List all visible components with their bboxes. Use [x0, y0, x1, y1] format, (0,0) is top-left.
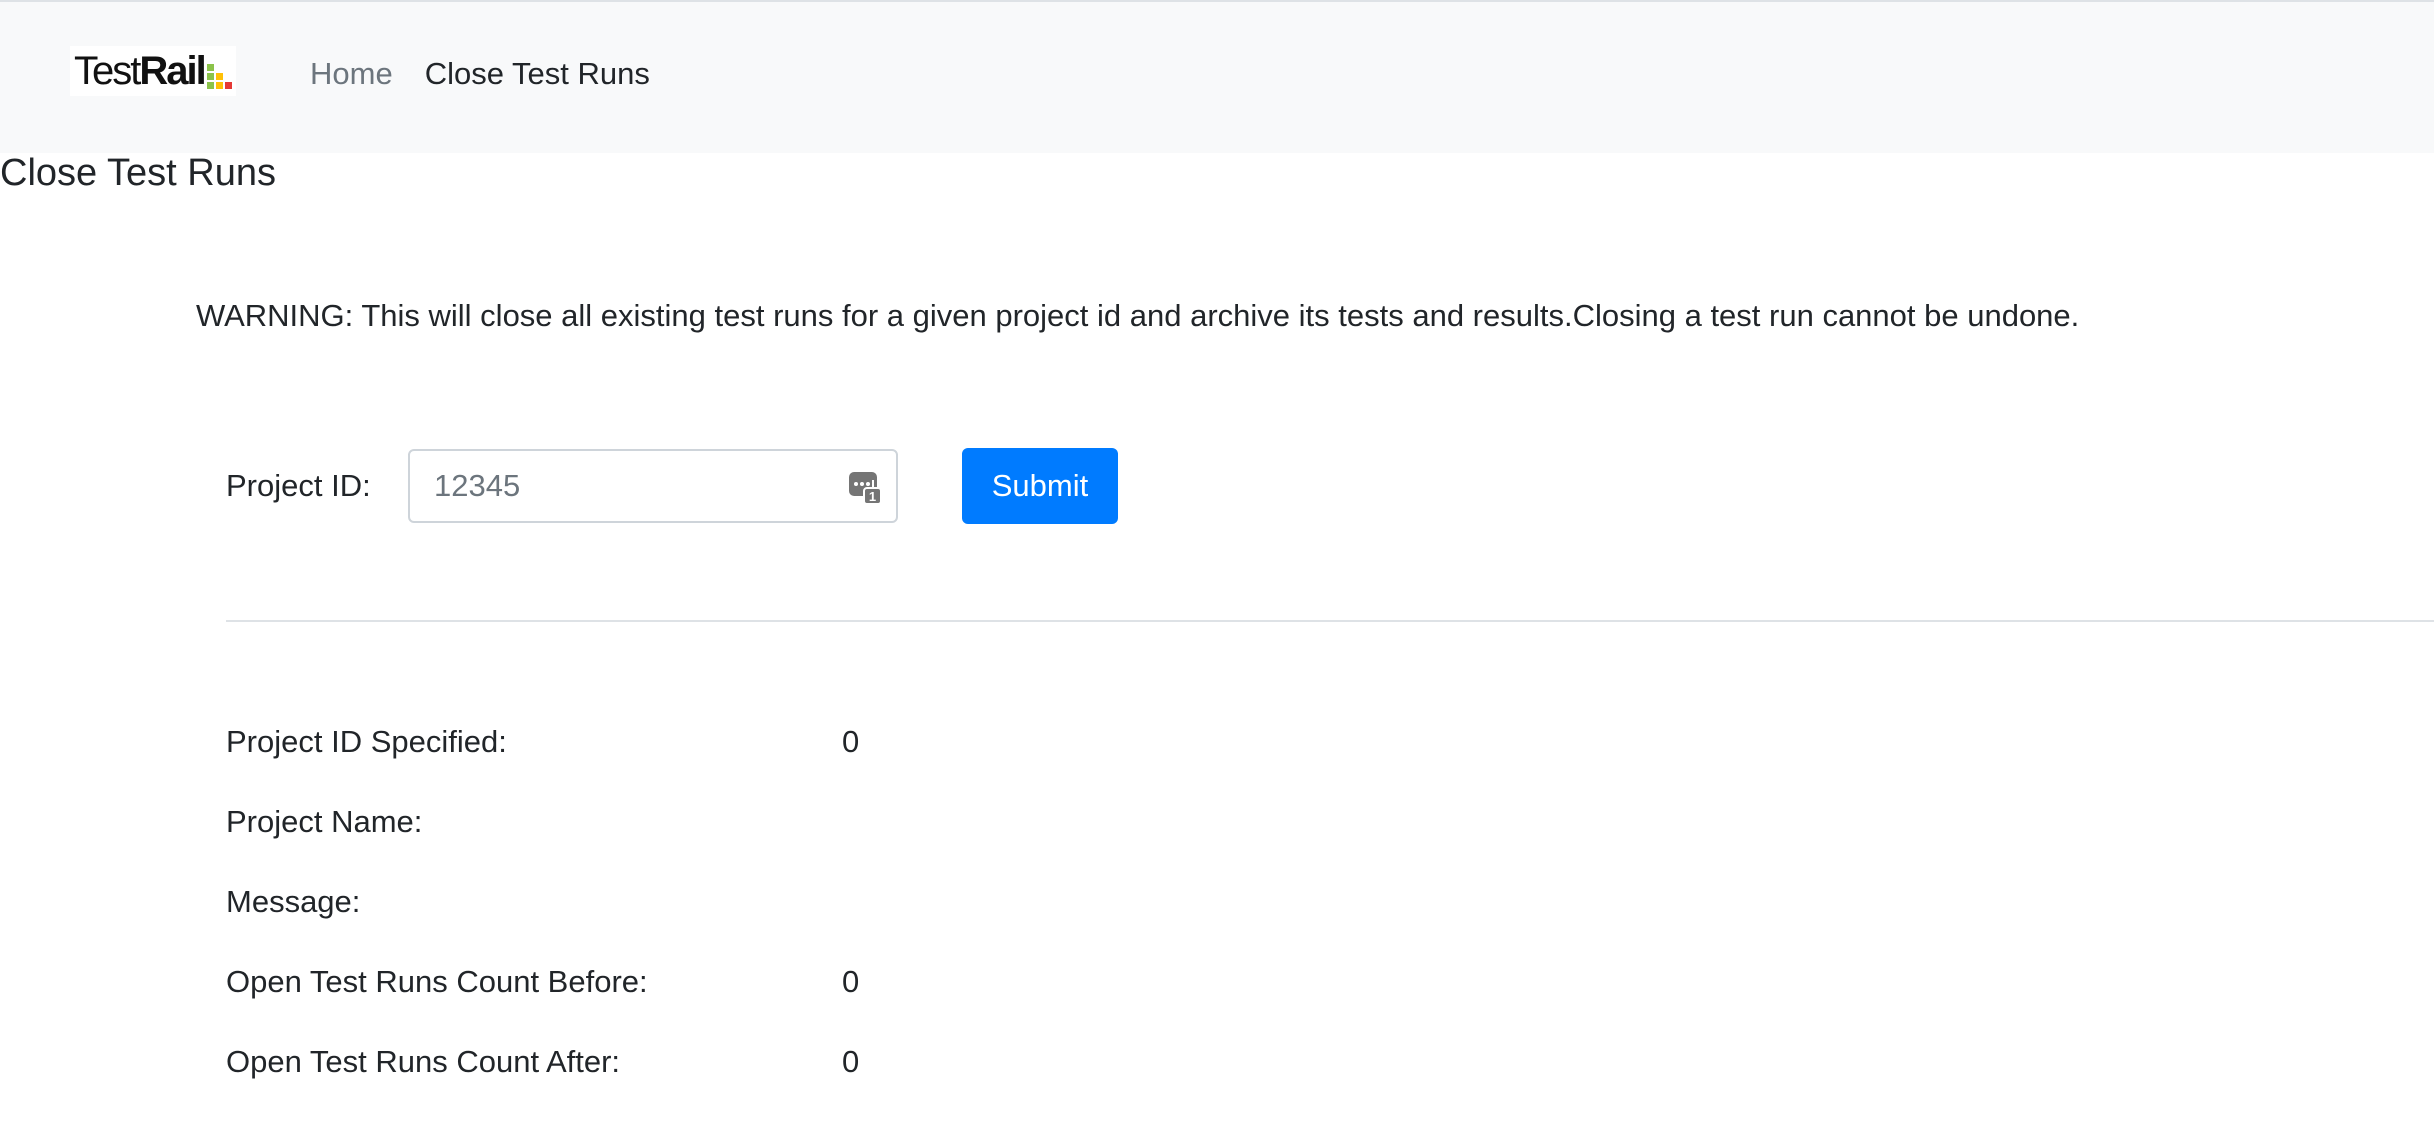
navbar: TestRail Home Close Test Runs: [0, 0, 2434, 153]
project-id-specified-label: Project ID Specified:: [226, 724, 507, 759]
open-runs-after-label: Open Test Runs Count After:: [226, 1044, 621, 1079]
nav-close-test-runs-link[interactable]: Close Test Runs: [425, 56, 650, 92]
testrail-logo[interactable]: TestRail: [70, 46, 236, 96]
project-id-label: Project ID:: [226, 468, 371, 503]
message-label: Message:: [226, 884, 361, 919]
warning-message: WARNING: This will close all existing te…: [196, 298, 2080, 333]
logo-text-bold: Rail: [139, 49, 206, 93]
result-row-project-id: Project ID Specified: 0: [226, 716, 859, 796]
logo-grid-icon: [206, 63, 232, 89]
result-row-open-before: Open Test Runs Count Before: 0: [226, 956, 859, 1036]
results-section: Project ID Specified: 0 Project Name: Me…: [226, 716, 859, 1116]
project-id-input-wrapper: 1: [408, 449, 898, 523]
project-id-form: Project ID: 1 Submit: [226, 448, 1118, 524]
open-runs-before-value: 0: [842, 964, 860, 999]
result-row-open-after: Open Test Runs Count After: 0: [226, 1036, 859, 1116]
result-row-project-name: Project Name:: [226, 796, 859, 876]
nav-links: Home Close Test Runs: [310, 56, 650, 92]
password-manager-icon[interactable]: 1: [848, 469, 882, 505]
project-id-specified-value: 0: [842, 724, 860, 759]
svg-text:1: 1: [869, 489, 876, 504]
open-runs-after-value: 0: [842, 1044, 860, 1079]
logo-text-light: Test: [74, 49, 141, 93]
page-title: Close Test Runs: [0, 152, 276, 194]
open-runs-before-label: Open Test Runs Count Before:: [226, 964, 648, 999]
section-divider: [226, 620, 2434, 622]
submit-button[interactable]: Submit: [962, 448, 1118, 524]
project-id-input[interactable]: [410, 451, 896, 521]
nav-home-link[interactable]: Home: [310, 56, 393, 92]
project-name-label: Project Name:: [226, 804, 423, 839]
result-row-message: Message:: [226, 876, 859, 956]
logo-text: TestRail: [74, 49, 207, 93]
